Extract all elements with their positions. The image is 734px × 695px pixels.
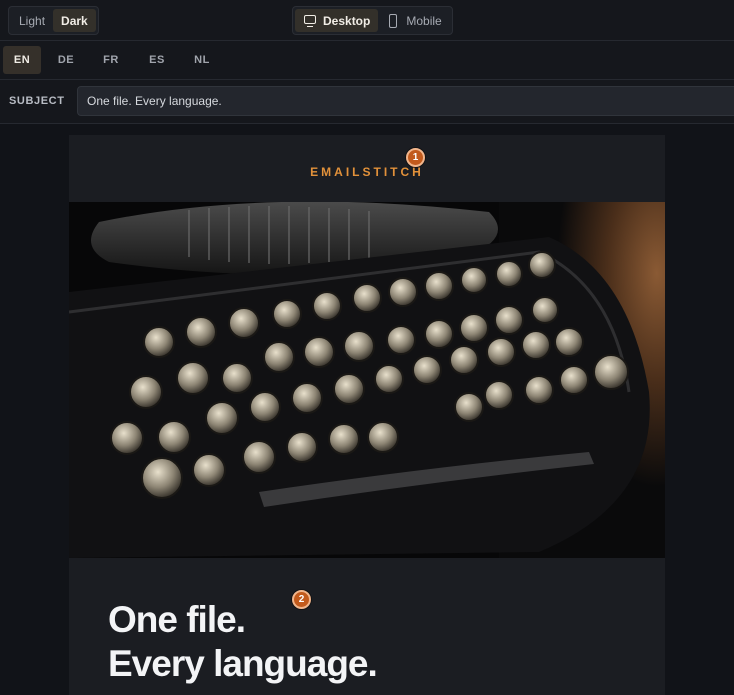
view-desktop-label: Desktop bbox=[323, 13, 371, 28]
view-toggle: Desktop Mobile bbox=[292, 6, 453, 35]
view-mobile-button[interactable]: Mobile bbox=[378, 9, 449, 32]
theme-dark-button[interactable]: Dark bbox=[53, 9, 96, 32]
lang-tab-es[interactable]: ES bbox=[138, 46, 176, 74]
lang-tab-nl[interactable]: NL bbox=[183, 46, 221, 74]
lang-tab-fr[interactable]: FR bbox=[92, 46, 130, 74]
annotation-marker-1[interactable]: 1 bbox=[406, 148, 425, 167]
subject-label: SUBJECT bbox=[9, 95, 65, 107]
view-mobile-label: Mobile bbox=[406, 13, 442, 28]
email-preview: EMAILSTITCH One file. Every language. bbox=[69, 135, 665, 695]
subject-bar: SUBJECT One file. Every language. bbox=[0, 80, 734, 124]
top-toolbar: Light Dark Desktop Mobile bbox=[0, 0, 734, 41]
headline-line-1: One file. bbox=[108, 599, 246, 640]
annotation-marker-2[interactable]: 2 bbox=[292, 590, 311, 609]
theme-light-button[interactable]: Light bbox=[11, 9, 53, 32]
preview-canvas: EMAILSTITCH One file. Every language. 1 … bbox=[0, 124, 734, 695]
theme-toggle: Light Dark bbox=[8, 6, 99, 35]
mobile-icon bbox=[386, 13, 400, 28]
lang-tab-en[interactable]: EN bbox=[3, 46, 41, 74]
view-desktop-button[interactable]: Desktop bbox=[295, 9, 379, 32]
typewriter-illustration bbox=[69, 202, 665, 558]
lang-tab-de[interactable]: DE bbox=[47, 46, 85, 74]
brand-logo-text: EMAILSTITCH bbox=[310, 165, 424, 179]
email-headline: One file. Every language. bbox=[108, 598, 378, 686]
hero-image bbox=[69, 202, 665, 558]
subject-input[interactable]: One file. Every language. bbox=[77, 86, 734, 116]
language-bar: EN DE FR ES NL bbox=[0, 41, 734, 80]
headline-line-2: Every language. bbox=[108, 643, 378, 684]
desktop-icon bbox=[303, 14, 317, 28]
